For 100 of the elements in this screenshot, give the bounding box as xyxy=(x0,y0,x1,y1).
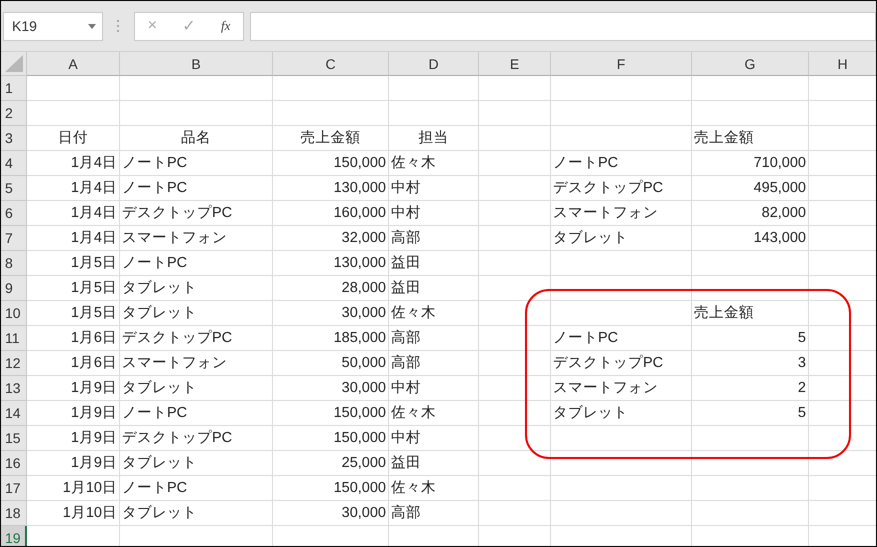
table-cell[interactable]: 中村 xyxy=(389,201,479,226)
column-header[interactable]: G xyxy=(692,52,809,76)
table-cell[interactable]: 5 xyxy=(692,326,809,351)
table-cell[interactable]: デスクトップPC xyxy=(120,201,273,226)
table-cell[interactable]: 2 xyxy=(692,376,809,401)
table-cell[interactable]: 売上金額 xyxy=(692,301,809,326)
table-cell[interactable] xyxy=(479,251,551,276)
row-header[interactable]: 1 xyxy=(1,76,27,101)
table-cell[interactable]: スマートフォン xyxy=(551,376,692,401)
table-cell[interactable]: ノートPC xyxy=(551,151,692,176)
table-cell[interactable]: 佐々木 xyxy=(389,301,479,326)
table-cell[interactable] xyxy=(551,276,692,301)
row-header[interactable]: 2 xyxy=(1,101,27,126)
table-cell[interactable]: 佐々木 xyxy=(389,401,479,426)
table-cell[interactable]: 佐々木 xyxy=(389,476,479,501)
table-cell[interactable]: 高部 xyxy=(389,351,479,376)
row-header[interactable]: 14 xyxy=(1,401,27,426)
table-cell[interactable]: 5 xyxy=(692,401,809,426)
table-cell[interactable]: タブレット xyxy=(120,501,273,526)
row-header[interactable]: 16 xyxy=(1,451,27,476)
column-header[interactable]: E xyxy=(479,52,551,76)
table-cell[interactable]: 30,000 xyxy=(273,376,389,401)
table-cell[interactable]: タブレット xyxy=(120,376,273,401)
table-cell[interactable] xyxy=(479,426,551,451)
table-cell[interactable]: 1月4日 xyxy=(27,201,120,226)
table-cell[interactable]: 1月6日 xyxy=(27,351,120,376)
table-cell[interactable] xyxy=(27,76,120,101)
table-cell[interactable]: 1月6日 xyxy=(27,326,120,351)
table-cell[interactable] xyxy=(479,201,551,226)
table-cell[interactable]: 143,000 xyxy=(692,226,809,251)
table-cell[interactable] xyxy=(551,126,692,151)
table-cell[interactable] xyxy=(692,251,809,276)
table-cell[interactable]: 益田 xyxy=(389,276,479,301)
table-cell[interactable]: 高部 xyxy=(389,326,479,351)
row-header[interactable]: 12 xyxy=(1,351,27,376)
table-cell[interactable] xyxy=(551,251,692,276)
table-cell[interactable] xyxy=(551,451,692,476)
table-cell[interactable]: タブレット xyxy=(120,301,273,326)
table-cell[interactable]: 1月4日 xyxy=(27,176,120,201)
column-header[interactable]: C xyxy=(273,52,389,76)
table-cell[interactable]: 担当 xyxy=(389,126,479,151)
table-cell[interactable]: 佐々木 xyxy=(389,151,479,176)
table-cell[interactable] xyxy=(692,426,809,451)
table-cell[interactable]: スマートフォン xyxy=(551,201,692,226)
table-cell[interactable]: ノートPC xyxy=(120,476,273,501)
row-header[interactable]: 15 xyxy=(1,426,27,451)
table-cell[interactable]: 3 xyxy=(692,351,809,376)
table-cell[interactable] xyxy=(479,101,551,126)
table-cell[interactable] xyxy=(551,76,692,101)
table-cell[interactable] xyxy=(479,126,551,151)
table-cell[interactable]: 1月10日 xyxy=(27,501,120,526)
table-cell[interactable] xyxy=(120,101,273,126)
table-cell[interactable]: 50,000 xyxy=(273,351,389,376)
table-cell[interactable] xyxy=(479,76,551,101)
table-cell[interactable]: 710,000 xyxy=(692,151,809,176)
table-cell[interactable]: 130,000 xyxy=(273,176,389,201)
table-cell[interactable]: 益田 xyxy=(389,451,479,476)
table-cell[interactable]: 1月9日 xyxy=(27,401,120,426)
column-header[interactable]: A xyxy=(27,52,120,76)
table-cell[interactable] xyxy=(479,401,551,426)
select-all-icon[interactable] xyxy=(5,55,23,72)
name-box[interactable]: K19 xyxy=(3,12,103,40)
table-cell[interactable]: 30,000 xyxy=(273,301,389,326)
table-cell[interactable]: 150,000 xyxy=(273,151,389,176)
table-cell[interactable]: 150,000 xyxy=(273,476,389,501)
table-cell[interactable]: 32,000 xyxy=(273,226,389,251)
table-cell[interactable] xyxy=(120,76,273,101)
table-cell[interactable]: 売上金額 xyxy=(692,126,809,151)
table-cell[interactable] xyxy=(479,501,551,526)
table-cell[interactable]: 25,000 xyxy=(273,451,389,476)
table-cell[interactable]: スマートフォン xyxy=(120,226,273,251)
table-cell[interactable]: 日付 xyxy=(27,126,120,151)
table-cell[interactable] xyxy=(479,276,551,301)
formula-input[interactable] xyxy=(250,12,876,40)
table-cell[interactable]: 130,000 xyxy=(273,251,389,276)
table-cell[interactable]: 1月9日 xyxy=(27,426,120,451)
column-header[interactable]: F xyxy=(551,52,692,76)
table-cell[interactable]: 30,000 xyxy=(273,501,389,526)
table-cell[interactable]: 品名 xyxy=(120,126,273,151)
table-cell[interactable]: デスクトップPC xyxy=(120,426,273,451)
row-header[interactable]: 6 xyxy=(1,201,27,226)
row-header[interactable]: 9 xyxy=(1,276,27,301)
table-cell[interactable]: 1月4日 xyxy=(27,151,120,176)
table-cell[interactable] xyxy=(692,451,809,476)
table-cell[interactable]: ノートPC xyxy=(120,251,273,276)
table-cell[interactable]: 1月9日 xyxy=(27,376,120,401)
column-header[interactable]: H xyxy=(809,52,876,76)
table-cell[interactable]: 高部 xyxy=(389,501,479,526)
table-cell[interactable]: 495,000 xyxy=(692,176,809,201)
table-cell[interactable]: 82,000 xyxy=(692,201,809,226)
table-cell[interactable]: タブレット xyxy=(120,451,273,476)
table-cell[interactable] xyxy=(692,76,809,101)
table-cell[interactable] xyxy=(27,101,120,126)
table-cell[interactable] xyxy=(692,101,809,126)
table-cell[interactable] xyxy=(479,476,551,501)
table-cell[interactable]: 高部 xyxy=(389,226,479,251)
table-cell[interactable]: デスクトップPC xyxy=(551,351,692,376)
table-cell[interactable]: 中村 xyxy=(389,376,479,401)
row-header[interactable]: 7 xyxy=(1,226,27,251)
table-cell[interactable] xyxy=(692,276,809,301)
